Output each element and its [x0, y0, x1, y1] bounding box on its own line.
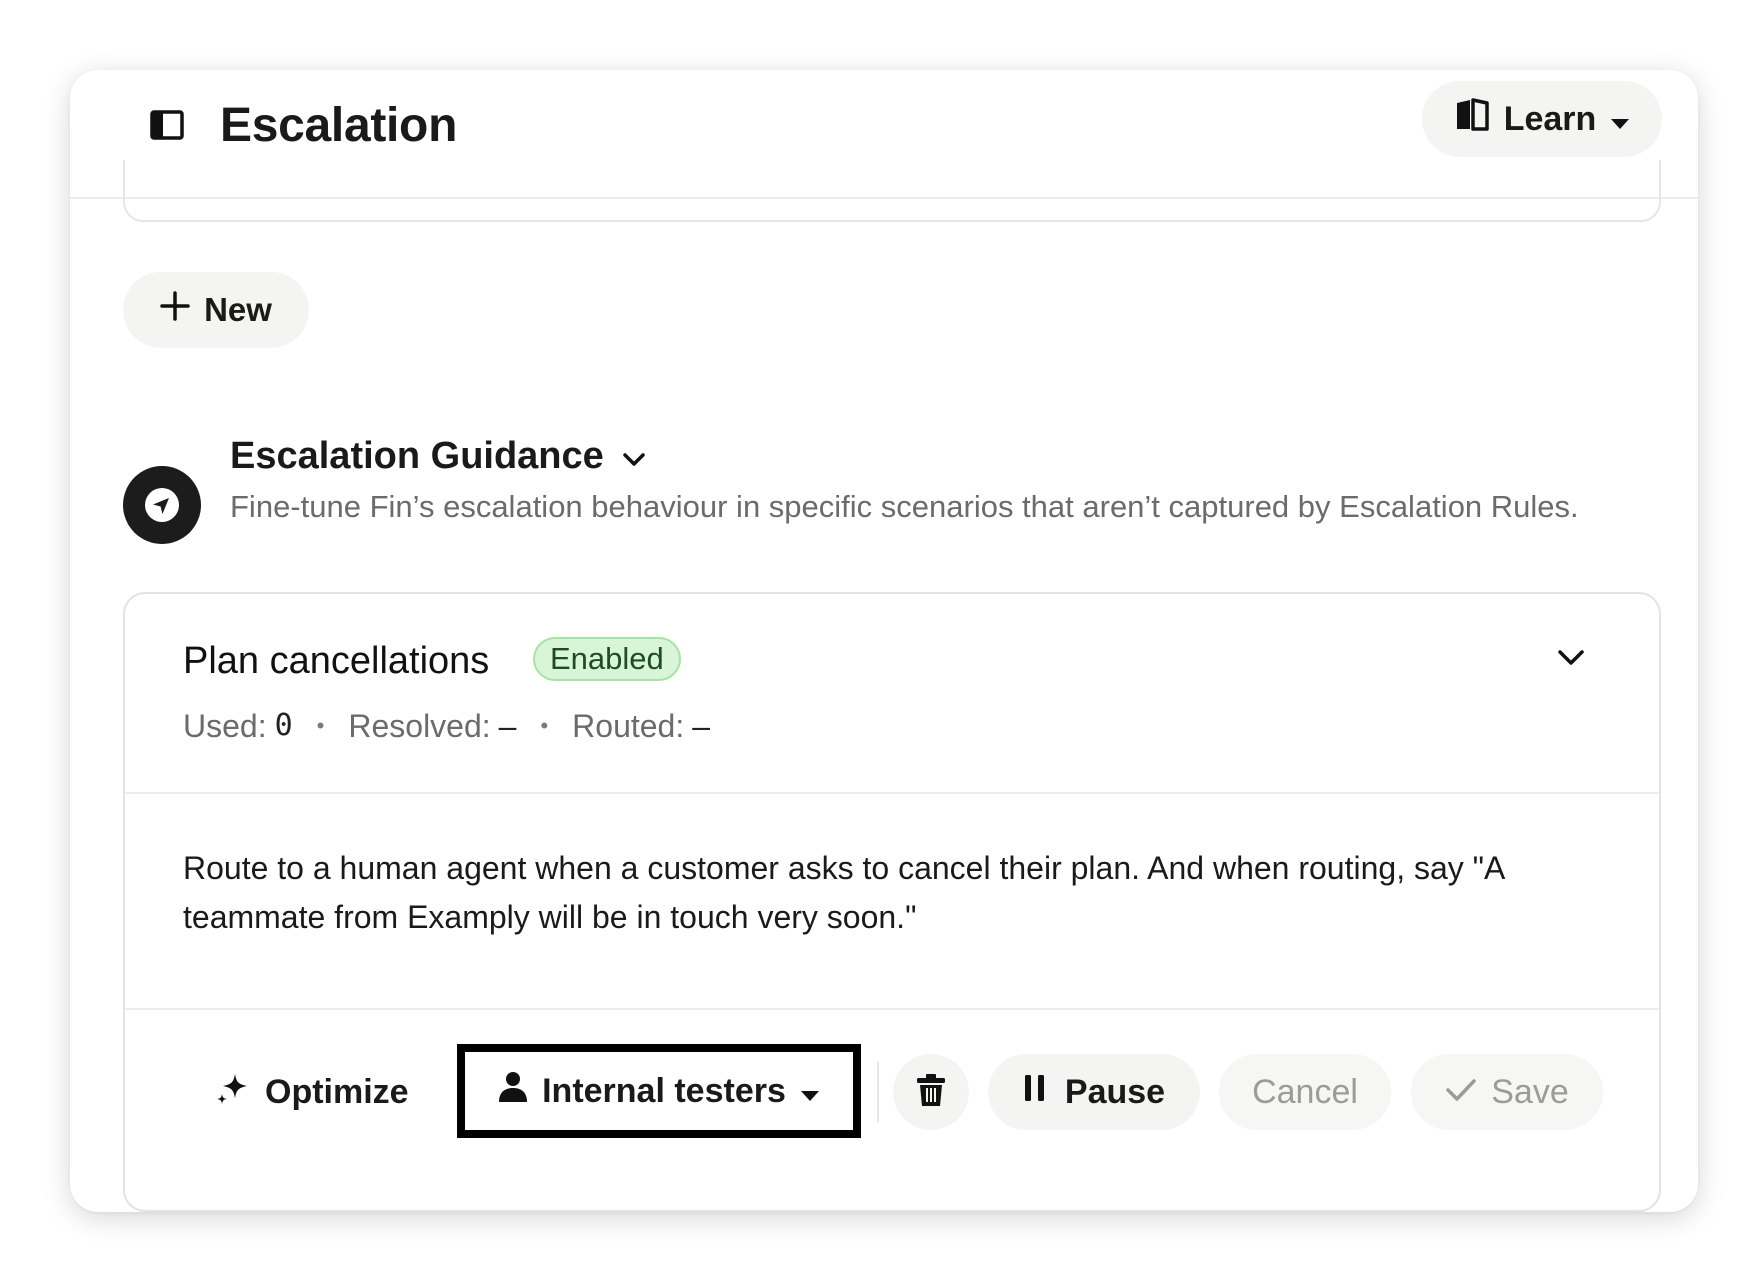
pause-label: Pause	[1064, 1072, 1166, 1111]
section-description: Fine-tune Fin’s escalation behaviour in …	[230, 489, 1579, 524]
sidebar-toggle-button[interactable]	[144, 104, 190, 150]
sparkles-icon	[213, 1068, 253, 1117]
new-button[interactable]: New	[123, 272, 309, 348]
learn-button[interactable]: Learn	[1422, 81, 1662, 157]
audience-label: Internal testers	[542, 1071, 786, 1110]
book-open-icon	[1454, 97, 1490, 141]
previous-card-bottom	[123, 160, 1661, 222]
trash-icon	[916, 1073, 946, 1112]
stats-separator: •	[316, 713, 325, 738]
status-badge: Enabled	[533, 637, 681, 681]
chevron-down-icon	[1557, 649, 1585, 672]
stats-separator: •	[540, 713, 549, 738]
divider	[125, 792, 1659, 794]
toolbar-separator	[877, 1062, 879, 1122]
pause-icon	[1023, 1073, 1047, 1112]
optimize-button[interactable]: Optimize	[213, 1054, 409, 1130]
optimize-label: Optimize	[265, 1072, 409, 1111]
divider	[125, 1008, 1659, 1010]
person-icon	[498, 1071, 528, 1112]
cancel-button[interactable]: Cancel	[1219, 1054, 1391, 1130]
guidance-instruction[interactable]: Route to a human agent when a customer a…	[183, 844, 1583, 942]
delete-button[interactable]	[893, 1054, 969, 1130]
new-label: New	[204, 291, 272, 328]
escalation-window: Escalation Learn New Escalation Guidance…	[70, 70, 1698, 1212]
escalation-guidance-toggle[interactable]: Escalation Guidance	[230, 431, 646, 481]
used-label: Used:	[183, 708, 267, 744]
audience-dropdown[interactable]: Internal testers	[457, 1044, 861, 1138]
save-button[interactable]: Save	[1411, 1054, 1603, 1130]
page-title: Escalation	[220, 99, 458, 152]
compass-icon	[123, 466, 201, 544]
plus-icon	[160, 291, 190, 329]
check-icon	[1445, 1073, 1477, 1112]
rule-stats: Used: 0 • Resolved: – • Routed: –	[183, 701, 710, 751]
learn-label: Learn	[1503, 99, 1597, 138]
rule-title: Plan cancellations	[183, 640, 490, 682]
pause-button[interactable]: Pause	[988, 1054, 1200, 1130]
caret-down-icon	[800, 1072, 820, 1111]
sidebar-toggle-icon	[150, 109, 184, 145]
collapse-toggle[interactable]	[1553, 642, 1589, 678]
used-value: 0	[274, 708, 293, 743]
routed-value: –	[692, 708, 711, 744]
chevron-down-icon	[622, 431, 646, 481]
routed-label: Routed:	[572, 708, 685, 744]
guidance-rule-card: Plan cancellations Enabled Used: 0 • Res…	[123, 592, 1661, 1212]
save-label: Save	[1491, 1072, 1569, 1111]
resolved-value: –	[498, 708, 517, 744]
section-title: Escalation Guidance	[230, 435, 604, 477]
resolved-label: Resolved:	[348, 708, 491, 744]
caret-down-icon	[1610, 100, 1630, 139]
